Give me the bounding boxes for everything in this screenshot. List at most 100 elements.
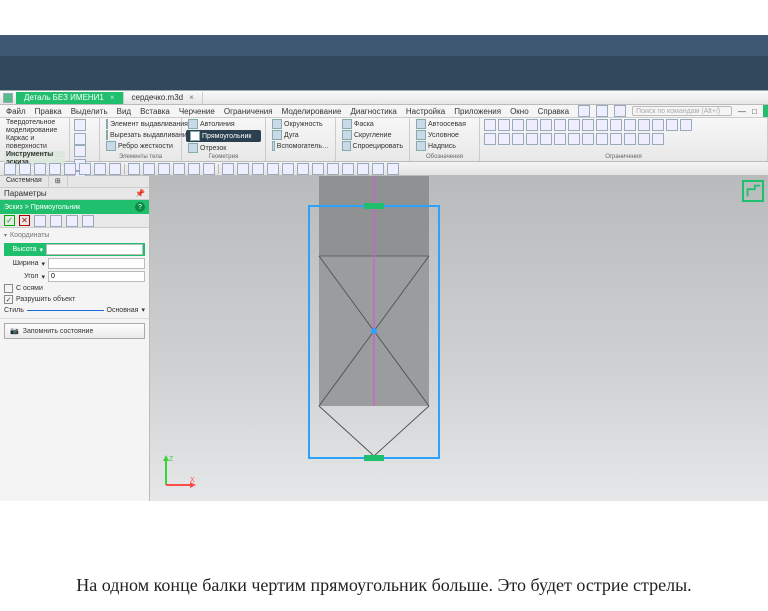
view-icon[interactable] — [173, 163, 185, 175]
view-icon[interactable] — [158, 163, 170, 175]
dropdown-icon[interactable]: ▾ — [141, 306, 145, 314]
view-icon[interactable] — [34, 163, 46, 175]
mode-surf[interactable]: поверхности — [4, 143, 65, 150]
extrude-button[interactable]: Элемент выдавливания — [104, 119, 177, 129]
menu-edit[interactable]: Правка — [35, 107, 62, 116]
constraint-icon[interactable] — [638, 133, 650, 145]
constraint-icon[interactable] — [680, 119, 692, 131]
segment-button[interactable]: Отрезок — [186, 143, 261, 153]
rectangle-button[interactable]: Прямоугольник — [186, 130, 261, 142]
exit-sketch-badge[interactable] — [742, 180, 764, 202]
view-icon[interactable] — [387, 163, 399, 175]
pin-icon[interactable]: 📌 — [135, 189, 145, 198]
tool-icon[interactable] — [66, 215, 78, 227]
viewport[interactable]: Z X — [150, 176, 768, 501]
tool-icon[interactable] — [74, 145, 86, 157]
mode-sketch[interactable]: Инструменты — [4, 151, 65, 158]
arc-button[interactable]: Дуга — [270, 130, 331, 140]
tool-icon[interactable] — [74, 133, 86, 145]
constraint-icon[interactable] — [624, 119, 636, 131]
confirm-button[interactable]: ✓ — [4, 215, 15, 226]
menu-apps[interactable]: Приложения — [454, 107, 501, 116]
constraint-icon[interactable] — [540, 133, 552, 145]
constraint-icon[interactable] — [498, 119, 510, 131]
tool-icon[interactable] — [596, 105, 608, 117]
menu-help[interactable]: Справка — [538, 107, 569, 116]
autoline-button[interactable]: Автолиния — [186, 119, 261, 129]
view-icon[interactable] — [342, 163, 354, 175]
constraint-icon[interactable] — [610, 133, 622, 145]
constraint-icon[interactable] — [596, 133, 608, 145]
menu-draw[interactable]: Черчение — [179, 107, 215, 116]
view-icon[interactable] — [297, 163, 309, 175]
constraint-icon[interactable] — [554, 133, 566, 145]
view-icon[interactable] — [109, 163, 121, 175]
collapse-ribbon-icon[interactable] — [763, 105, 768, 117]
menu-modeling[interactable]: Моделирование — [282, 107, 342, 116]
mode-frame[interactable]: Каркас и — [4, 135, 65, 142]
view-icon[interactable] — [128, 163, 140, 175]
constraint-icon[interactable] — [638, 119, 650, 131]
cond-intersect-button[interactable]: Условное — [414, 130, 475, 140]
constraint-icon[interactable] — [652, 119, 664, 131]
constraint-icon[interactable] — [484, 119, 496, 131]
tool-icon[interactable] — [82, 215, 94, 227]
menu-file[interactable]: Файл — [6, 107, 26, 116]
mode-solid2[interactable]: моделирование — [4, 127, 65, 134]
close-icon[interactable]: × — [110, 93, 115, 102]
view-icon[interactable] — [19, 163, 31, 175]
menu-setup[interactable]: Настройка — [406, 107, 445, 116]
autoaxis-button[interactable]: Автоосевая — [414, 119, 475, 129]
constr-line-button[interactable]: Вспомогатель… — [270, 141, 331, 151]
view-icon[interactable] — [327, 163, 339, 175]
doc-tab[interactable]: сердечко.m3d × — [124, 92, 203, 104]
constraint-icon[interactable] — [568, 119, 580, 131]
view-icon[interactable] — [203, 163, 215, 175]
command-search[interactable]: Поиск по командам (Alt+/) — [632, 106, 732, 116]
constraint-icon[interactable] — [554, 119, 566, 131]
constraint-icon[interactable] — [652, 133, 664, 145]
cancel-button[interactable]: ✕ — [19, 215, 30, 226]
maximize-icon[interactable]: □ — [752, 107, 757, 116]
tool-icon[interactable] — [578, 105, 590, 117]
constraint-icon[interactable] — [512, 119, 524, 131]
mode-solid[interactable]: Твердотельное — [4, 119, 65, 126]
close-icon[interactable]: × — [189, 93, 194, 102]
menu-view[interactable]: Вид — [117, 107, 131, 116]
view-icon[interactable] — [237, 163, 249, 175]
width-input[interactable] — [48, 258, 145, 269]
doc-tab-active[interactable]: Деталь БЕЗ ИМЕНИ1 × — [16, 92, 124, 104]
view-icon[interactable] — [49, 163, 61, 175]
cut-extrude-button[interactable]: Вырезать выдавливанием — [104, 130, 177, 140]
panel-tab-add[interactable]: ⊞ — [49, 176, 68, 187]
view-icon[interactable] — [188, 163, 200, 175]
menu-insert[interactable]: Вставка — [140, 107, 170, 116]
view-icon[interactable] — [252, 163, 264, 175]
tool-icon[interactable] — [74, 119, 86, 131]
constraint-icon[interactable] — [624, 133, 636, 145]
constraint-icon[interactable] — [526, 133, 538, 145]
view-icon[interactable] — [312, 163, 324, 175]
minimize-icon[interactable]: — — [738, 107, 746, 116]
angle-input[interactable] — [48, 271, 145, 282]
view-icon[interactable] — [94, 163, 106, 175]
view-icon[interactable] — [222, 163, 234, 175]
view-icon[interactable] — [4, 163, 16, 175]
with-axes-checkbox[interactable]: С осями — [4, 284, 145, 293]
constraint-icon[interactable] — [610, 119, 622, 131]
fillet-button[interactable]: Скругление — [340, 130, 405, 140]
constraint-icon[interactable] — [526, 119, 538, 131]
rib-button[interactable]: Ребро жесткости — [104, 141, 177, 151]
remember-state-button[interactable]: 📷 Запомнить состояние — [4, 323, 145, 339]
constraint-icon[interactable] — [540, 119, 552, 131]
height-input[interactable] — [46, 244, 143, 255]
project-button[interactable]: Спроецировать — [340, 141, 405, 151]
chamfer-button[interactable]: Фаска — [340, 119, 405, 129]
panel-tab-system[interactable]: Системная — [0, 176, 49, 187]
constraint-icon[interactable] — [666, 119, 678, 131]
view-icon[interactable] — [143, 163, 155, 175]
help-icon[interactable]: ? — [135, 202, 145, 212]
constraint-icon[interactable] — [582, 119, 594, 131]
menu-diagnostics[interactable]: Диагностика — [350, 107, 396, 116]
tool-icon[interactable] — [50, 215, 62, 227]
